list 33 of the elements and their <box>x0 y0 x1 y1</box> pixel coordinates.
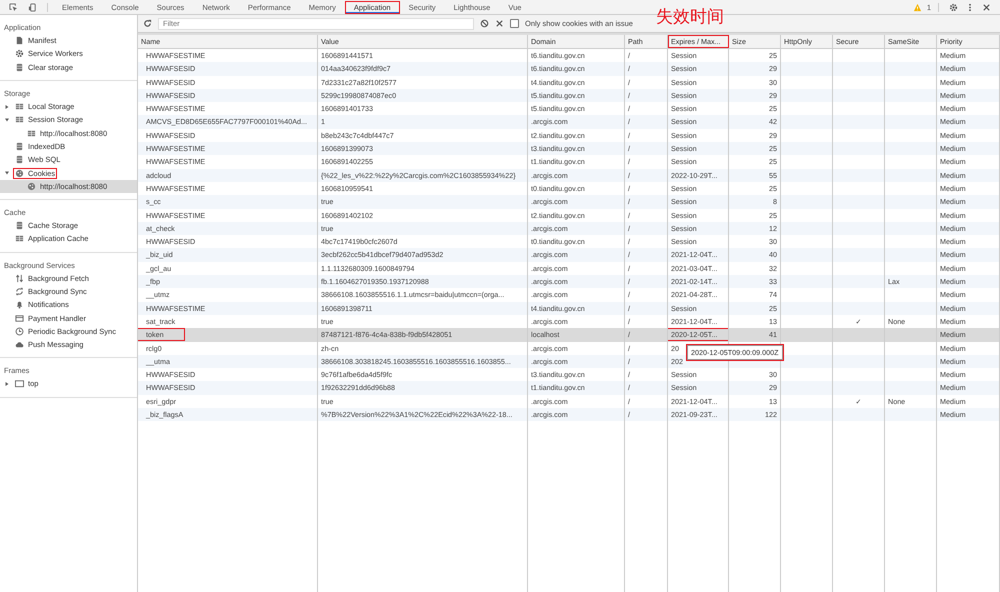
expand-arrow-icon[interactable] <box>4 380 10 387</box>
close-icon[interactable] <box>495 19 504 28</box>
cloud-icon <box>15 340 24 350</box>
database-icon <box>15 62 24 72</box>
grid-icon <box>15 102 24 112</box>
database-icon <box>15 155 24 164</box>
settings-icon <box>15 49 24 58</box>
settings-icon[interactable] <box>949 2 958 12</box>
more-icon[interactable] <box>968 2 972 12</box>
arrows-icon <box>15 274 24 283</box>
file-icon <box>15 36 24 46</box>
database-icon <box>15 142 24 151</box>
database-icon <box>15 221 24 230</box>
cookie-icon <box>15 168 24 178</box>
annotation-text: 失效时间 <box>656 6 724 28</box>
bell-icon <box>15 300 24 310</box>
frame-icon <box>15 379 24 388</box>
inspect-icon[interactable] <box>9 2 18 12</box>
grid-icon <box>15 234 24 244</box>
sync-icon <box>15 287 24 296</box>
card-icon <box>15 314 24 323</box>
cookie-icon <box>27 182 36 191</box>
collapse-arrow-icon[interactable] <box>4 170 10 176</box>
close-icon[interactable] <box>982 2 991 12</box>
clock-icon <box>15 326 24 336</box>
grid-icon <box>27 128 36 138</box>
refresh-icon[interactable] <box>143 19 152 28</box>
expand-arrow-icon[interactable] <box>4 104 10 110</box>
block-icon[interactable] <box>480 19 489 28</box>
device-icon[interactable] <box>28 2 37 12</box>
grid-icon <box>15 115 24 124</box>
checkbox[interactable] <box>510 19 519 28</box>
collapse-arrow-icon[interactable] <box>4 116 10 123</box>
